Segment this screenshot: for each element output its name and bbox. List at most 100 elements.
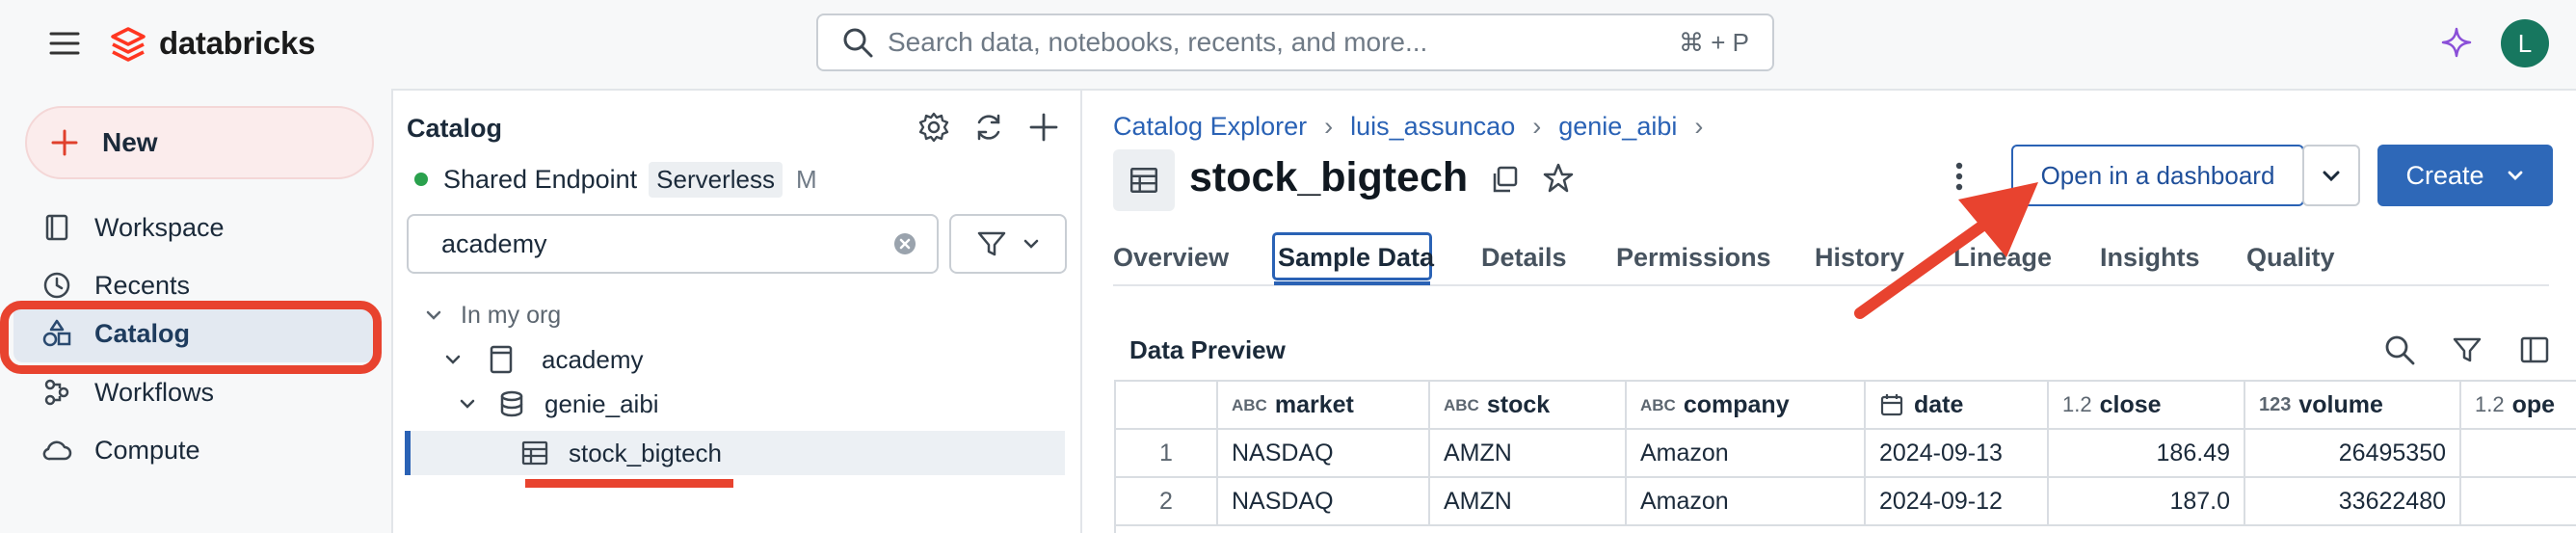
table-cell-volume[interactable]: 26495350 <box>2245 430 2461 478</box>
table-type-badge <box>1113 149 1175 211</box>
global-search-input[interactable]: Search data, notebooks, recents, and mor… <box>816 13 1774 71</box>
search-shortcut: ⌘ + P <box>1679 27 1749 57</box>
gear-icon[interactable] <box>917 111 950 144</box>
page-title: stock_bigtech <box>1189 154 1469 200</box>
table-cell-company[interactable]: Amazon <box>1627 478 1866 526</box>
filter-input-value: academy <box>441 228 547 258</box>
column-name: volume <box>2298 390 2383 418</box>
table-cell-market[interactable]: NASDAQ <box>1218 478 1430 526</box>
avatar[interactable]: L <box>2501 19 2549 67</box>
data-preview-table: ABC market ABC stock ABC company date 1.… <box>1114 380 2576 533</box>
table-cell-close[interactable]: 186.49 <box>2049 430 2245 478</box>
table-cell-market[interactable]: NASDAQ <box>1218 430 1430 478</box>
breadcrumb-catalog-explorer[interactable]: Catalog Explorer <box>1113 112 1307 142</box>
clock-icon <box>40 269 73 302</box>
column-name: company <box>1683 390 1790 418</box>
tree-item-label: academy <box>542 344 644 374</box>
sparkle-icon[interactable] <box>2441 27 2472 58</box>
plus-icon <box>51 129 78 156</box>
table-cell-date[interactable]: 2024-09-12 <box>1866 478 2049 526</box>
create-button[interactable]: Create <box>2377 145 2553 206</box>
cloud-icon <box>40 434 73 466</box>
tree-group-in-my-org[interactable]: In my org <box>424 294 561 336</box>
row-number: 2 <box>1116 478 1218 526</box>
table-icon <box>521 440 548 466</box>
open-in-dashboard-label: Open in a dashboard <box>2040 160 2275 190</box>
tree-item-label: genie_aibi <box>544 388 659 418</box>
column-header-volume[interactable]: 123 volume <box>2245 382 2461 430</box>
sidebar-item-label: Compute <box>94 435 200 465</box>
tab-quality[interactable]: Quality <box>2246 243 2335 273</box>
add-icon[interactable] <box>1027 111 1060 144</box>
column-header-close[interactable]: 1.2 close <box>2049 382 2245 430</box>
catalog-filter-input[interactable]: academy <box>407 214 939 274</box>
dashboard-options-dropdown[interactable] <box>2302 145 2360 206</box>
column-header-company[interactable]: ABC company <box>1627 382 1866 430</box>
search-icon <box>843 28 873 58</box>
decimal-type-icon: 1.2 <box>2062 392 2092 416</box>
clear-input-icon[interactable] <box>892 231 917 256</box>
endpoint-size: M <box>795 164 817 194</box>
column-name: stock <box>1486 390 1551 418</box>
tab-insights[interactable]: Insights <box>2100 243 2200 273</box>
breadcrumb-schema[interactable]: genie_aibi <box>1558 112 1677 142</box>
column-header-ope[interactable]: 1.2 ope <box>2461 382 2576 430</box>
new-button[interactable]: New <box>25 106 374 179</box>
filter-type-button[interactable] <box>949 214 1067 274</box>
breadcrumb: Catalog Explorer › luis_assuncao › genie… <box>1113 108 1720 145</box>
decimal-type-icon: 1.2 <box>2475 392 2505 416</box>
tree-item-stock-bigtech[interactable]: stock_bigtech <box>520 432 722 474</box>
table-header-rownum <box>1116 382 1218 430</box>
tab-permissions[interactable]: Permissions <box>1616 243 1771 273</box>
copy-icon[interactable] <box>1489 164 1520 195</box>
tree-item-academy[interactable]: academy <box>443 338 644 381</box>
left-sidebar: New Workspace Recents Catalog Workflows … <box>0 89 393 533</box>
table-cell-company[interactable]: Amazon <box>1627 430 1866 478</box>
refresh-icon[interactable] <box>972 111 1005 144</box>
catalog-book-icon <box>490 345 513 374</box>
tree-item-genie-aibi[interactable]: genie_aibi <box>458 383 659 425</box>
column-header-market[interactable]: ABC market <box>1218 382 1430 430</box>
column-name: close <box>2099 390 2162 418</box>
string-type-icon: ABC <box>1444 395 1479 414</box>
workspace-icon <box>40 211 73 244</box>
search-placeholder: Search data, notebooks, recents, and mor… <box>888 27 1428 57</box>
tree-selected-row <box>405 431 1065 475</box>
table-cell-close[interactable]: 187.0 <box>2049 478 2245 526</box>
brand-name: databricks <box>159 25 316 61</box>
table-cell-stock[interactable]: AMZN <box>1430 478 1627 526</box>
tab-overview[interactable]: Overview <box>1113 243 1229 273</box>
tree-item-label: stock_bigtech <box>569 438 722 467</box>
tab-sample-data[interactable]: Sample Data <box>1278 243 1434 273</box>
annotation-highlight-box <box>0 301 382 374</box>
chevron-down-icon <box>426 310 441 320</box>
columns-panel-icon[interactable] <box>2518 333 2551 366</box>
column-header-date[interactable]: date <box>1866 382 2049 430</box>
breadcrumb-separator-icon: › <box>1532 111 1542 141</box>
filter-icon <box>977 231 1006 256</box>
breadcrumb-catalog[interactable]: luis_assuncao <box>1350 112 1515 142</box>
chevron-down-icon <box>445 355 461 364</box>
table-cell-stock[interactable]: AMZN <box>1430 430 1627 478</box>
table-cell-ope[interactable] <box>2461 430 2576 478</box>
string-type-icon: ABC <box>1232 395 1267 414</box>
sidebar-item-compute[interactable]: Compute <box>40 426 200 474</box>
sql-endpoint-selector[interactable]: Shared Endpoint Serverless M <box>414 160 817 199</box>
search-icon[interactable] <box>2383 333 2416 366</box>
endpoint-type-badge: Serverless <box>649 161 783 198</box>
star-icon[interactable] <box>1542 162 1575 195</box>
tab-details[interactable]: Details <box>1481 243 1567 273</box>
databricks-logo[interactable]: databricks <box>109 21 315 66</box>
sidebar-item-workflows[interactable]: Workflows <box>40 368 214 416</box>
create-button-label: Create <box>2405 160 2484 190</box>
filter-icon[interactable] <box>2451 333 2483 366</box>
breadcrumb-separator-icon: › <box>1694 111 1704 141</box>
table-cell-date[interactable]: 2024-09-13 <box>1866 430 2049 478</box>
column-header-stock[interactable]: ABC stock <box>1430 382 1627 430</box>
hamburger-menu-icon[interactable] <box>48 29 81 58</box>
annotation-arrow-icon <box>1854 182 2038 319</box>
table-cell-ope[interactable] <box>2461 478 2576 526</box>
chevron-down-icon <box>2508 171 2522 180</box>
table-cell-volume[interactable]: 33622480 <box>2245 478 2461 526</box>
sidebar-item-workspace[interactable]: Workspace <box>40 203 225 252</box>
